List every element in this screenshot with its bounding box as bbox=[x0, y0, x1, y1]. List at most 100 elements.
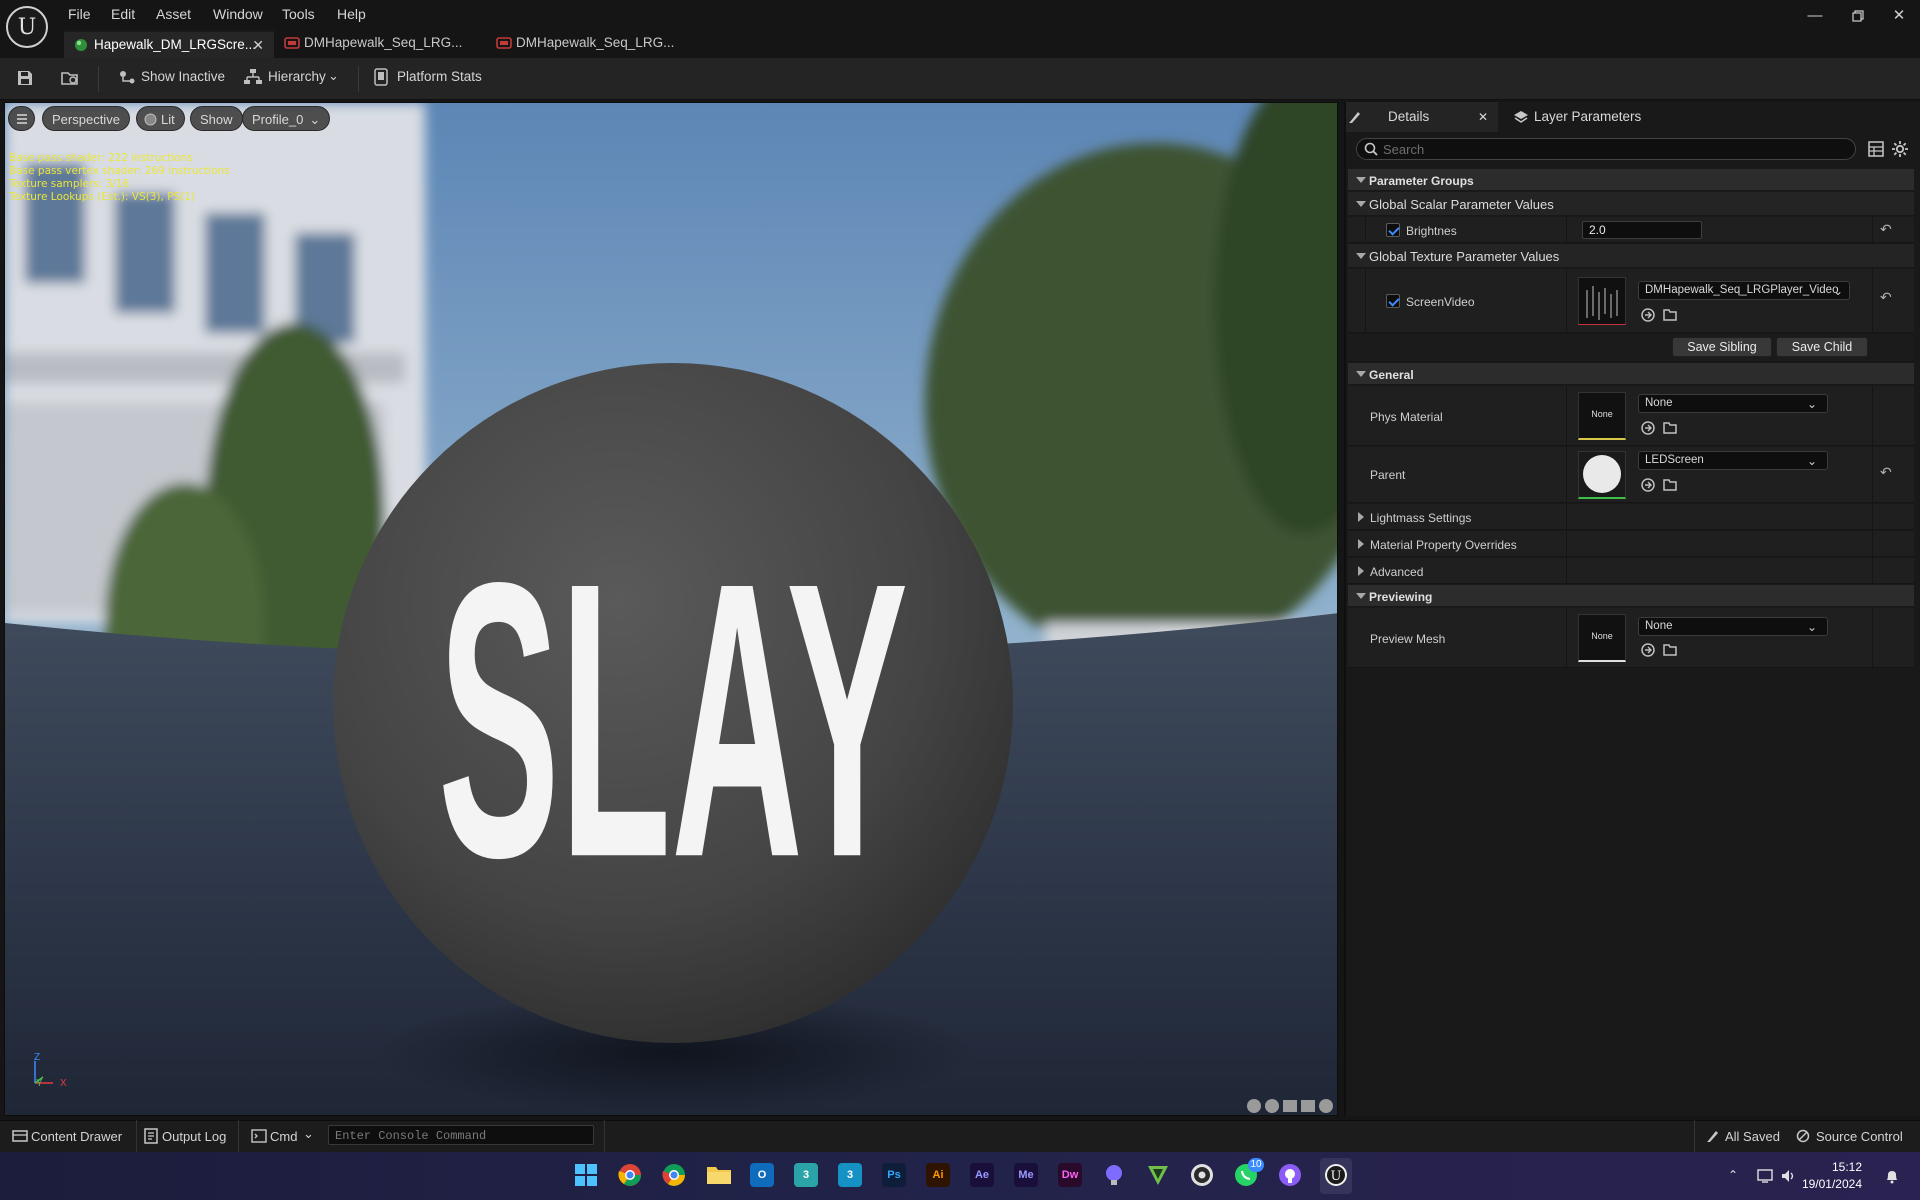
perspective-button[interactable]: Perspective bbox=[42, 106, 130, 131]
previewing-header[interactable]: Previewing bbox=[1348, 585, 1914, 607]
network-icon[interactable] bbox=[1756, 1168, 1774, 1184]
close-tab-icon[interactable]: ✕ bbox=[252, 32, 264, 58]
general-header[interactable]: General bbox=[1348, 363, 1914, 385]
viewport[interactable]: SLAY bbox=[4, 102, 1338, 1116]
github-icon[interactable] bbox=[1278, 1163, 1302, 1187]
all-saved-button[interactable]: All Saved bbox=[1725, 1129, 1780, 1144]
viewport-menu-button[interactable] bbox=[8, 106, 35, 131]
hierarchy-dropdown[interactable]: Hierarchy bbox=[268, 69, 326, 84]
tab-sequence-1[interactable]: DMHapewalk_Seq_LRG... bbox=[274, 30, 486, 58]
taskbar-time[interactable]: 15:12 bbox=[1832, 1160, 1862, 1174]
tray-chevron-up-icon[interactable]: ⌃ bbox=[1728, 1168, 1738, 1182]
table-view-icon[interactable] bbox=[1868, 141, 1884, 157]
content-drawer-button[interactable]: Content Drawer bbox=[31, 1129, 122, 1144]
reset-arrow-icon[interactable]: ↶ bbox=[1880, 289, 1892, 306]
parameter-groups-header[interactable]: Parameter Groups bbox=[1348, 169, 1914, 191]
cmd-dropdown[interactable]: Cmd bbox=[270, 1129, 297, 1144]
platform-stats-button[interactable]: Platform Stats bbox=[397, 69, 482, 84]
show-inactive-button[interactable]: Show Inactive bbox=[141, 69, 225, 84]
close-panel-icon[interactable]: ✕ bbox=[1478, 102, 1488, 132]
browse-folder-icon[interactable] bbox=[1662, 477, 1678, 493]
photoshop-icon[interactable]: Ps bbox=[882, 1163, 906, 1187]
restore-icon[interactable] bbox=[1842, 4, 1872, 28]
minimize-icon[interactable]: — bbox=[1800, 4, 1830, 28]
parent-combo[interactable]: LEDScreen ⌄ bbox=[1638, 451, 1828, 470]
save-sibling-button[interactable]: Save Sibling bbox=[1672, 337, 1772, 357]
source-control-button[interactable]: Source Control bbox=[1816, 1129, 1903, 1144]
browse-folder-icon[interactable] bbox=[1662, 642, 1678, 658]
material-overrides-row[interactable]: Material Property Overrides bbox=[1348, 531, 1914, 557]
menu-edit[interactable]: Edit bbox=[111, 3, 135, 25]
obs-icon[interactable] bbox=[1190, 1163, 1214, 1187]
v-app-icon[interactable] bbox=[1146, 1163, 1170, 1187]
media-encoder-icon[interactable]: Me bbox=[1014, 1163, 1038, 1187]
screenvideo-combo[interactable]: DMHapewalk_Seq_LRGPlayer_Video ⌄ bbox=[1638, 281, 1850, 300]
windows-start-icon[interactable] bbox=[574, 1163, 598, 1187]
save-icon[interactable] bbox=[16, 69, 34, 87]
3ds-app-icon[interactable]: 3 bbox=[794, 1163, 818, 1187]
browse-folder-icon[interactable] bbox=[1662, 307, 1678, 323]
collapse-arrow-icon bbox=[1358, 566, 1364, 576]
light-app-icon[interactable] bbox=[1102, 1163, 1126, 1187]
brightness-field[interactable]: 2.0 bbox=[1582, 221, 1702, 239]
menu-asset[interactable]: Asset bbox=[156, 3, 191, 25]
chevron-down-icon[interactable]: ⌄ bbox=[303, 1126, 314, 1142]
phys-material-thumbnail[interactable]: None bbox=[1578, 392, 1626, 440]
brightness-row: Brightnes 2.0 ↶ bbox=[1348, 217, 1914, 243]
show-button[interactable]: Show bbox=[190, 106, 243, 131]
chrome-beta-icon[interactable] bbox=[618, 1163, 642, 1187]
3ds-max-icon[interactable]: 3 bbox=[838, 1163, 862, 1187]
browse-folder-icon[interactable] bbox=[1662, 420, 1678, 436]
preview-mesh-combo[interactable]: None ⌄ bbox=[1638, 617, 1828, 636]
chevron-down-icon[interactable]: ⌄ bbox=[328, 68, 339, 84]
browse-content-icon[interactable] bbox=[60, 69, 80, 87]
search-box[interactable] bbox=[1356, 138, 1856, 160]
tab-details[interactable]: Details ✕ bbox=[1346, 102, 1498, 132]
close-window-icon[interactable]: ✕ bbox=[1884, 4, 1914, 28]
taskbar-date[interactable]: 19/01/2024 bbox=[1802, 1177, 1862, 1191]
use-selected-icon[interactable] bbox=[1640, 420, 1656, 436]
video-texture-thumbnail[interactable] bbox=[1578, 277, 1626, 325]
menu-help[interactable]: Help bbox=[337, 3, 366, 25]
tab-sequence-2[interactable]: DMHapewalk_Seq_LRG... bbox=[486, 30, 698, 58]
save-child-button[interactable]: Save Child bbox=[1776, 337, 1868, 357]
console-box[interactable] bbox=[328, 1125, 594, 1145]
file-explorer-icon[interactable] bbox=[706, 1163, 732, 1187]
parent-material-thumbnail[interactable] bbox=[1578, 451, 1626, 499]
output-log-button[interactable]: Output Log bbox=[162, 1129, 226, 1144]
phys-material-combo[interactable]: None ⌄ bbox=[1638, 394, 1828, 413]
after-effects-icon[interactable]: Ae bbox=[970, 1163, 994, 1187]
menu-tools[interactable]: Tools bbox=[282, 3, 315, 25]
chrome-beta-2-icon[interactable] bbox=[662, 1163, 686, 1187]
tab-layer-parameters[interactable]: Layer Parameters bbox=[1510, 102, 1680, 132]
unreal-taskbar-icon[interactable]: U bbox=[1324, 1163, 1348, 1187]
outlook-icon[interactable]: O bbox=[750, 1163, 774, 1187]
use-selected-icon[interactable] bbox=[1640, 307, 1656, 323]
advanced-row[interactable]: Advanced bbox=[1348, 558, 1914, 584]
use-selected-icon[interactable] bbox=[1640, 642, 1656, 658]
console-input[interactable] bbox=[335, 1128, 587, 1143]
settings-gear-icon[interactable] bbox=[1891, 140, 1909, 158]
notification-bell-icon[interactable] bbox=[1884, 1168, 1900, 1184]
lightmass-row[interactable]: Lightmass Settings bbox=[1348, 504, 1914, 530]
unreal-logo-icon[interactable]: U bbox=[6, 6, 48, 48]
brightness-checkbox[interactable] bbox=[1386, 223, 1400, 237]
global-texture-header[interactable]: Global Texture Parameter Values bbox=[1348, 244, 1914, 268]
menu-window[interactable]: Window bbox=[213, 3, 263, 25]
axis-z-label: Z bbox=[34, 1052, 41, 1063]
screenvideo-checkbox[interactable] bbox=[1386, 294, 1400, 308]
illustrator-icon[interactable]: Ai bbox=[926, 1163, 950, 1187]
menu-file[interactable]: File bbox=[68, 3, 91, 25]
profile-dropdown[interactable]: Profile_0 ⌄ bbox=[242, 106, 331, 131]
reset-arrow-icon[interactable]: ↶ bbox=[1880, 464, 1892, 481]
preview-mesh-thumbnail[interactable]: None bbox=[1578, 614, 1626, 662]
volume-icon[interactable] bbox=[1780, 1168, 1798, 1184]
global-scalar-header[interactable]: Global Scalar Parameter Values bbox=[1348, 192, 1914, 216]
preview-shape-selector[interactable] bbox=[1246, 1098, 1336, 1114]
reset-arrow-icon[interactable]: ↶ bbox=[1880, 221, 1892, 238]
lit-button[interactable]: Lit bbox=[136, 106, 185, 131]
use-selected-icon[interactable] bbox=[1640, 477, 1656, 493]
dreamweaver-icon[interactable]: Dw bbox=[1058, 1163, 1082, 1187]
tab-material-instance[interactable]: Hapewalk_DM_LRGScre... ✕ bbox=[64, 30, 274, 58]
search-input[interactable] bbox=[1383, 141, 1843, 157]
